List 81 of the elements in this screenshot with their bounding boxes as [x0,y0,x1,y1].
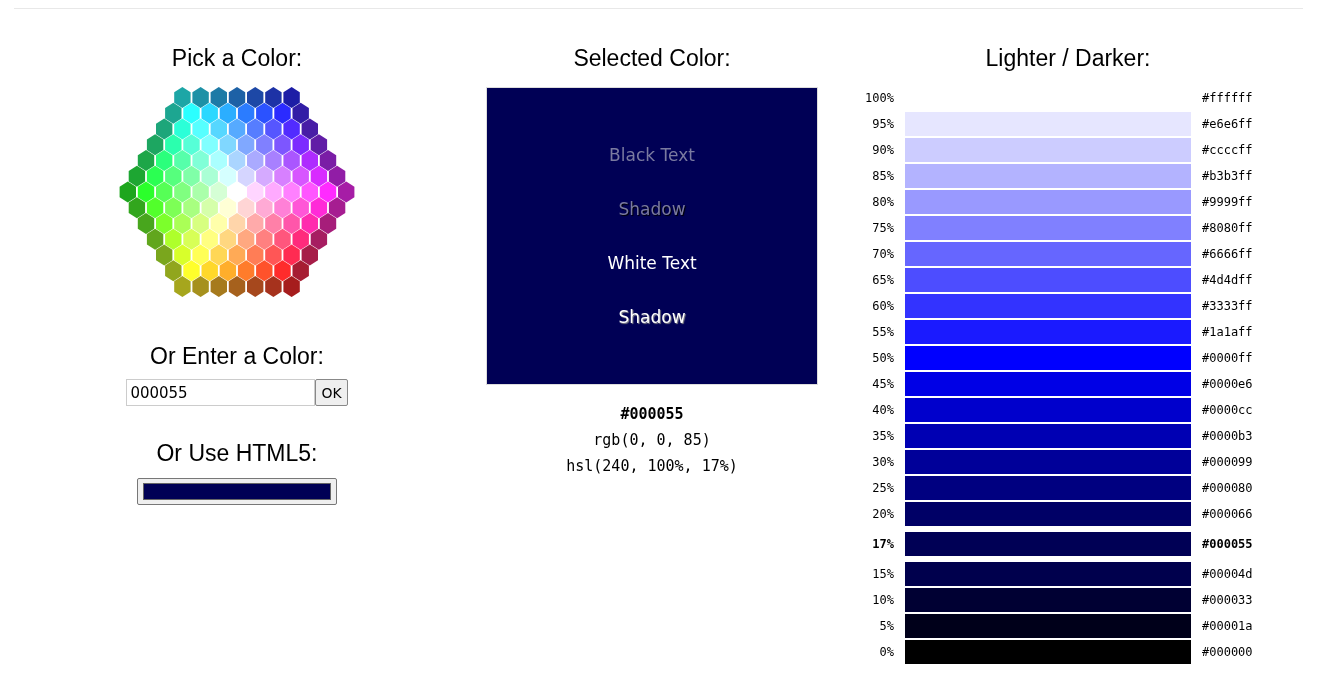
shade-swatch[interactable] [905,502,1191,526]
shade-swatch[interactable] [905,398,1191,422]
lighter-darker-heading: Lighter / Darker: [985,44,1151,73]
shade-hex: #000033 [1202,593,1254,607]
shade-swatch[interactable] [905,532,1191,556]
pick-color-heading: Pick a Color: [171,44,303,73]
shade-percent: 25% [871,481,894,495]
shade-swatch[interactable] [905,242,1191,266]
shade-hex: #6666ff [1202,247,1254,261]
shade-percent: 55% [871,325,894,339]
html5-heading: Or Use HTML5: [156,439,318,468]
sample-text: Shadow [618,198,686,220]
shade-percent: 0% [878,645,894,659]
shade-percent: 35% [871,429,894,443]
shade-swatch[interactable] [905,424,1191,448]
shade-hex: #ccccff [1202,143,1254,157]
shade-swatch[interactable] [905,112,1191,136]
shade-swatch[interactable] [905,614,1191,638]
shade-hex: #00001a [1202,619,1254,633]
sample-text: Black Text [609,144,695,166]
shade-hex: #00004d [1202,567,1254,581]
sample-text: White Text [607,252,697,274]
shade-hex: #000080 [1202,481,1254,495]
shade-hex: #1a1aff [1202,325,1254,339]
shade-hex: #0000ff [1202,351,1254,365]
shade-hex: #3333ff [1202,299,1254,313]
color-input-field[interactable]: 000055 [126,379,316,406]
shade-percent: 15% [871,567,894,581]
shade-hex: #0000b3 [1202,429,1254,443]
enter-color-heading: Or Enter a Color: [150,342,324,371]
shade-swatch[interactable] [905,346,1191,370]
shade-hex: #000066 [1202,507,1254,521]
shade-percent: 85% [871,169,894,183]
shade-percent: 90% [871,143,894,157]
shade-hex: #000000 [1202,645,1254,659]
shade-hex: #ffffff [1202,91,1254,105]
shade-percent: 50% [871,351,894,365]
rgb-value: rgb(0, 0, 85) [593,430,711,451]
shade-hex: #0000cc [1202,403,1254,417]
shade-swatch[interactable] [905,216,1191,240]
shade-swatch[interactable] [905,138,1191,162]
ok-button[interactable]: OK [315,379,348,406]
shade-percent: 70% [871,247,894,261]
shade-percent: 60% [871,299,894,313]
shade-swatch[interactable] [905,588,1191,612]
hsl-value: hsl(240, 100%, 17%) [566,456,738,477]
shade-swatch[interactable] [905,476,1191,500]
shade-swatch[interactable] [905,562,1191,586]
color-picker-input[interactable] [137,478,337,505]
shade-percent: 95% [871,117,894,131]
shade-swatch[interactable] [905,164,1191,188]
shade-swatch[interactable] [905,320,1191,344]
shade-swatch[interactable] [905,450,1191,474]
sample-text: Shadow [618,306,686,328]
shade-hex: #000099 [1202,455,1254,469]
shade-hex: #000055 [1202,537,1254,551]
shade-percent: 17% [871,537,894,551]
shade-hex: #8080ff [1202,221,1254,235]
shade-swatch[interactable] [905,372,1191,396]
shade-swatch[interactable] [905,294,1191,318]
shade-hex: #e6e6ff [1202,117,1254,131]
shade-hex: #9999ff [1202,195,1254,209]
color-hexagon-map[interactable] [119,87,355,297]
shade-hex: #0000e6 [1202,377,1254,391]
shade-hex: #b3b3ff [1202,169,1254,183]
shade-percent: 75% [871,221,894,235]
shade-percent: 45% [871,377,894,391]
shade-percent: 100% [864,91,894,105]
shade-swatch[interactable] [905,640,1191,664]
shade-percent: 10% [871,593,894,607]
shade-percent: 30% [871,455,894,469]
shade-percent: 40% [871,403,894,417]
shade-swatch[interactable] [905,190,1191,214]
selected-color-heading: Selected Color: [573,44,731,73]
hex-value: #000055 [620,404,684,425]
shade-percent: 65% [871,273,894,287]
shade-percent: 80% [871,195,894,209]
shade-percent: 5% [878,619,894,633]
shade-percent: 20% [871,507,894,521]
shade-hex: #4d4dff [1202,273,1254,287]
shade-swatch[interactable] [905,268,1191,292]
